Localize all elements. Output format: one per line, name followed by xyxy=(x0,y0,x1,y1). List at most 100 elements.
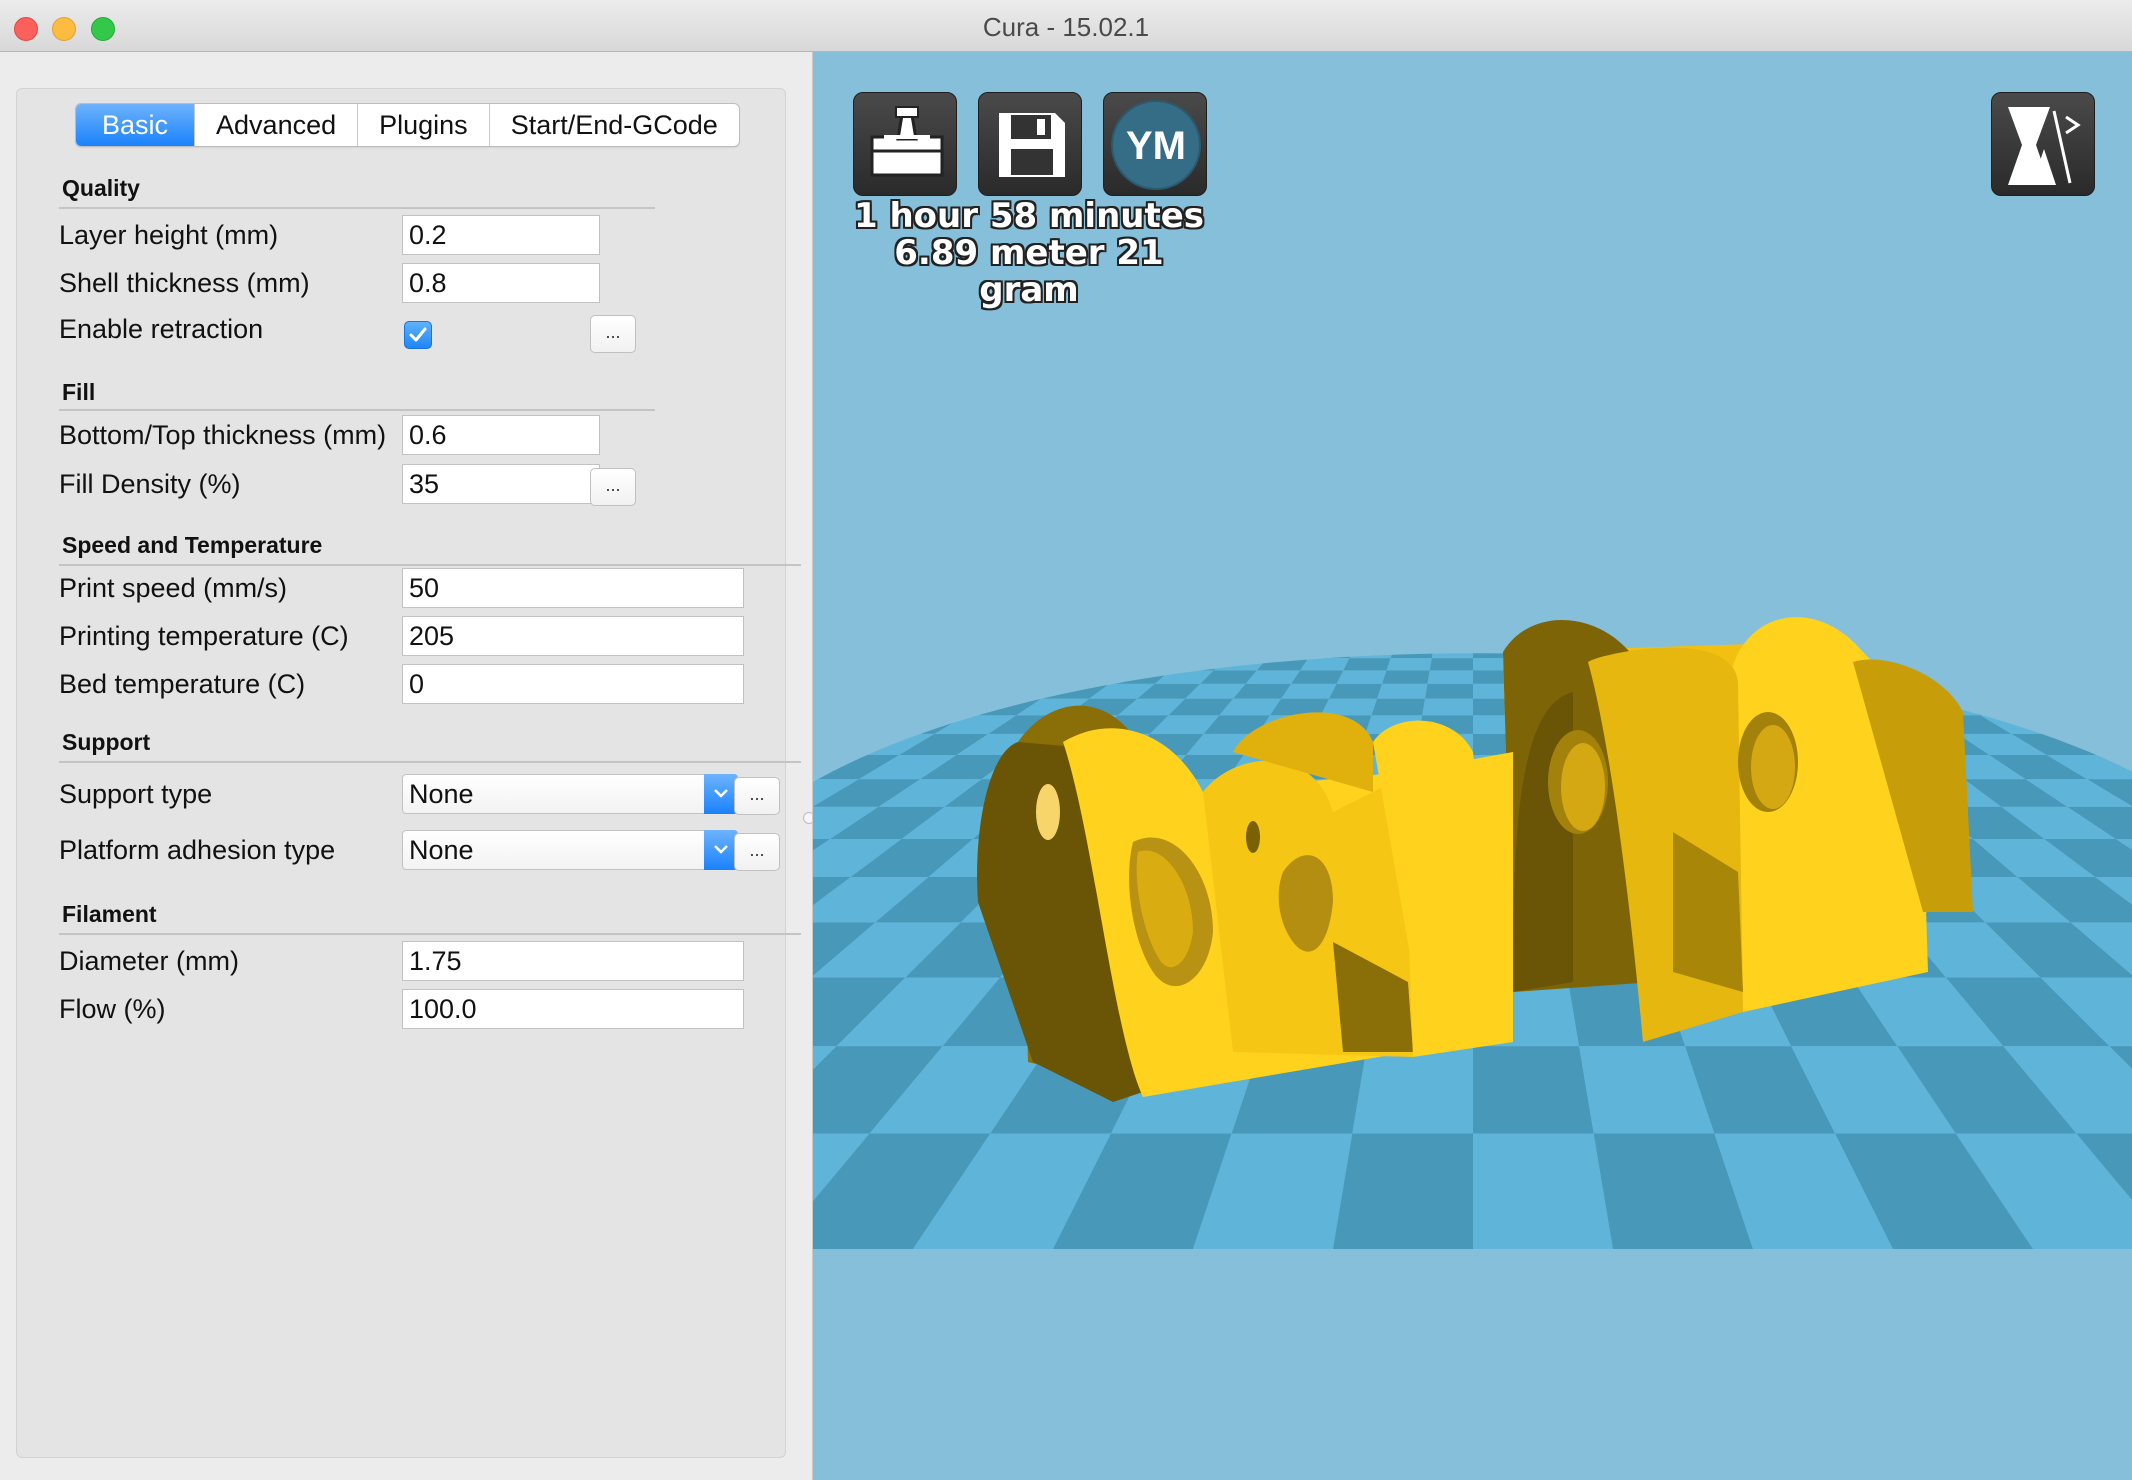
build-plate-tile xyxy=(1256,658,1309,671)
bed-temperature-input[interactable]: 0 xyxy=(402,664,744,704)
build-plate-tile xyxy=(2121,670,2132,684)
section-divider xyxy=(59,761,801,763)
build-plate-tile xyxy=(1429,658,1473,671)
build-plate-tile xyxy=(2030,715,2120,734)
diameter-label: Diameter (mm) xyxy=(59,946,239,976)
print-to-sd-icon xyxy=(870,106,944,177)
build-plate-tile xyxy=(945,683,1019,699)
build-plate-tile xyxy=(813,715,814,734)
layer-height-label: Layer height (mm) xyxy=(59,220,279,250)
build-plate-tile xyxy=(1343,658,1391,671)
build-plate-tile xyxy=(813,653,844,659)
3d-viewport[interactable]: YM 1 hour 58 minutes 6.89 meter 21 gram xyxy=(812,52,2132,1480)
build-plate-tile xyxy=(1967,658,2035,671)
fill-density-input[interactable]: 35 xyxy=(402,464,600,504)
build-plate-tile xyxy=(813,733,827,756)
adhesion-more-button[interactable]: ... xyxy=(734,833,780,871)
build-plate-tile xyxy=(2081,715,2132,734)
build-plate-tile xyxy=(2018,683,2097,699)
platform-adhesion-select[interactable]: None xyxy=(402,830,738,870)
build-plate-tile xyxy=(1225,653,1277,659)
title-bar[interactable]: Cura - 15.02.1 xyxy=(0,0,2132,52)
build-plate-tile xyxy=(1473,1133,1613,1249)
build-plate-tile xyxy=(813,683,837,699)
settings-box: Basic Advanced Plugins Start/End-GCode Q… xyxy=(16,88,801,1458)
build-plate-tile xyxy=(813,715,865,734)
build-plate-tile xyxy=(2119,733,2132,756)
build-plate-tile xyxy=(1944,653,2009,659)
chevron-down-icon xyxy=(704,830,738,870)
diameter-input[interactable]: 1.75 xyxy=(402,941,744,981)
build-plate-tile xyxy=(1431,653,1473,659)
bed-temperature-label: Bed temperature (C) xyxy=(59,669,306,699)
tab-basic[interactable]: Basic xyxy=(76,104,196,146)
support-type-label: Support type xyxy=(59,779,213,809)
printing-temperature-label: Printing temperature (C) xyxy=(59,621,349,651)
section-title-quality: Quality xyxy=(62,175,140,201)
build-plate-tile xyxy=(836,670,912,684)
tab-plugins[interactable]: Plugins xyxy=(358,104,490,146)
build-plate-tile xyxy=(1905,653,1968,659)
section-title-speed-temperature: Speed and Temperature xyxy=(62,532,323,558)
support-type-select[interactable]: None xyxy=(402,774,738,814)
printing-temperature-input[interactable]: 205 xyxy=(402,616,744,656)
youmagine-label: YM xyxy=(1126,124,1186,168)
build-plate-tile xyxy=(1925,658,1992,671)
build-plate-tile xyxy=(1422,698,1473,716)
build-plate-tile xyxy=(997,658,1062,671)
support-more-button[interactable]: ... xyxy=(734,777,780,815)
window-title: Cura - 15.02.1 xyxy=(982,12,1150,42)
build-plate-tile xyxy=(954,658,1021,671)
build-plate-tile xyxy=(1390,653,1434,659)
build-plate-tile xyxy=(1320,698,1378,716)
retraction-more-button[interactable]: ... xyxy=(590,315,636,353)
shell-thickness-label: Shell thickness (mm) xyxy=(59,268,310,298)
build-plate-tile xyxy=(2034,670,2110,684)
build-plate-tile xyxy=(2008,658,2078,671)
platform-adhesion-label: Platform adhesion type xyxy=(59,835,336,865)
build-plate-tile xyxy=(868,658,938,671)
build-plate-tile xyxy=(813,658,815,671)
save-gcode-button[interactable] xyxy=(978,92,1082,196)
build-plate-tile xyxy=(1382,670,1430,684)
build-plate-tile xyxy=(1020,653,1080,659)
build-plate-tile xyxy=(2109,683,2132,699)
enable-retraction-checkbox[interactable] xyxy=(404,321,432,349)
build-plate-tile xyxy=(2063,683,2132,699)
build-plate-tile xyxy=(1371,698,1426,716)
build-plate-tile xyxy=(1018,670,1085,684)
build-plate-tile xyxy=(2000,698,2082,716)
section-title-fill: Fill xyxy=(62,379,96,405)
section-divider xyxy=(59,564,801,566)
build-plate-tile xyxy=(973,670,1041,684)
tab-start-end-gcode[interactable]: Start/End-GCode xyxy=(490,104,739,146)
print-speed-input[interactable]: 50 xyxy=(402,568,744,608)
build-plate-tile xyxy=(813,670,825,684)
build-plate-tile xyxy=(1102,653,1159,659)
fill-density-label: Fill Density (%) xyxy=(59,469,241,499)
build-plate-tile xyxy=(1427,670,1473,684)
build-plate-tile xyxy=(1425,683,1473,699)
layer-height-input[interactable]: 0.2 xyxy=(402,215,600,255)
fill-more-button[interactable]: ... xyxy=(590,468,636,506)
build-plate-tile xyxy=(1336,670,1387,684)
build-plate-tile xyxy=(1300,658,1350,671)
build-plate-tile xyxy=(1291,670,1344,684)
shell-thickness-input[interactable]: 0.8 xyxy=(402,263,600,303)
flow-input[interactable]: 100.0 xyxy=(402,989,744,1029)
build-plate-tile xyxy=(937,653,1002,659)
build-plate-tile xyxy=(2049,658,2122,671)
tab-advanced[interactable]: Advanced xyxy=(195,104,359,146)
build-plate-tile xyxy=(2062,653,2132,659)
section-divider xyxy=(59,409,655,411)
save-gcode-icon xyxy=(999,113,1065,177)
build-plate-tile xyxy=(1267,653,1316,659)
view-mode-button[interactable] xyxy=(1991,92,2095,196)
build-plate-tile xyxy=(915,698,994,716)
build-plate-tile xyxy=(813,670,869,684)
print-to-sd-button[interactable] xyxy=(853,92,957,196)
build-plate-tile xyxy=(1386,658,1432,671)
bottom-top-thickness-input[interactable]: 0.6 xyxy=(402,415,600,455)
youmagine-button[interactable]: YM xyxy=(1103,92,1207,196)
build-plate-tile xyxy=(1984,653,2050,659)
